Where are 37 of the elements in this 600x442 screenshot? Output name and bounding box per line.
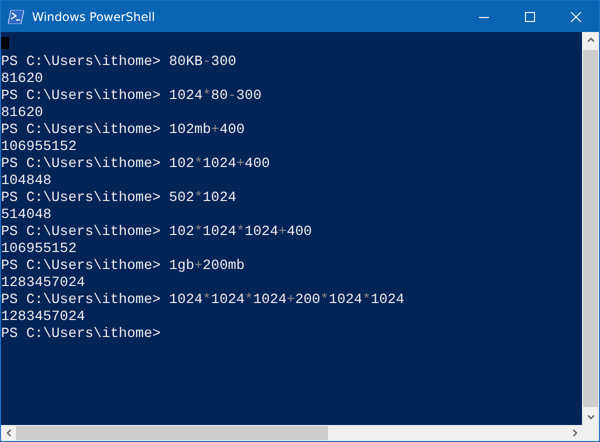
prompt-text: PS C:\Users\ithome> <box>1 326 161 343</box>
output-text: 81620 <box>1 105 44 122</box>
scroll-right-icon[interactable] <box>570 429 578 437</box>
command-text: 80KB-300 <box>169 54 236 71</box>
output-text: 106955152 <box>1 241 77 258</box>
command-text: 102*1024*1024+400 <box>169 224 312 241</box>
output-text: 81620 <box>1 71 44 88</box>
close-icon <box>571 12 581 22</box>
output-text: 106955152 <box>1 139 77 156</box>
prompt-text: PS C:\Users\ithome> <box>1 224 161 241</box>
horizontal-scrollbar[interactable] <box>1 425 599 441</box>
output-text: 1283457024 <box>1 275 86 292</box>
scroll-left-icon[interactable] <box>4 429 12 437</box>
prompt-text: PS C:\Users\ithome> <box>1 258 161 275</box>
prompt-text: PS C:\Users\ithome> <box>1 54 161 71</box>
command-text: 1024*80-300 <box>169 88 262 105</box>
command-text: 1024*1024*1024+200*1024*1024 <box>169 292 404 309</box>
scrollbar-thumb[interactable] <box>16 426 328 440</box>
scroll-up-icon[interactable] <box>586 36 594 44</box>
maximize-icon <box>525 12 535 22</box>
scroll-down-icon[interactable] <box>586 413 594 421</box>
powershell-icon <box>8 10 24 24</box>
command-text: 102*1024+400 <box>169 156 270 173</box>
scrollbar-thumb[interactable] <box>583 50 598 407</box>
output-text: 104848 <box>1 173 52 190</box>
prompt-text: PS C:\Users\ithome> <box>1 156 161 173</box>
prompt-text: PS C:\Users\ithome> <box>1 190 161 207</box>
prompt-text: PS C:\Users\ithome> <box>1 122 161 139</box>
output-text: 1283457024 <box>1 309 86 326</box>
command-text: 102mb+400 <box>169 122 245 139</box>
command-text: 502*1024 <box>169 190 236 207</box>
prompt-text: PS C:\Users\ithome> <box>1 292 161 309</box>
command-text: 1gb+200mb <box>169 258 245 275</box>
vertical-scrollbar[interactable] <box>582 32 599 425</box>
prompt-text: PS C:\Users\ithome> <box>1 88 161 105</box>
window-title: Windows PowerShell <box>32 10 156 24</box>
output-text: 514048 <box>1 207 52 224</box>
